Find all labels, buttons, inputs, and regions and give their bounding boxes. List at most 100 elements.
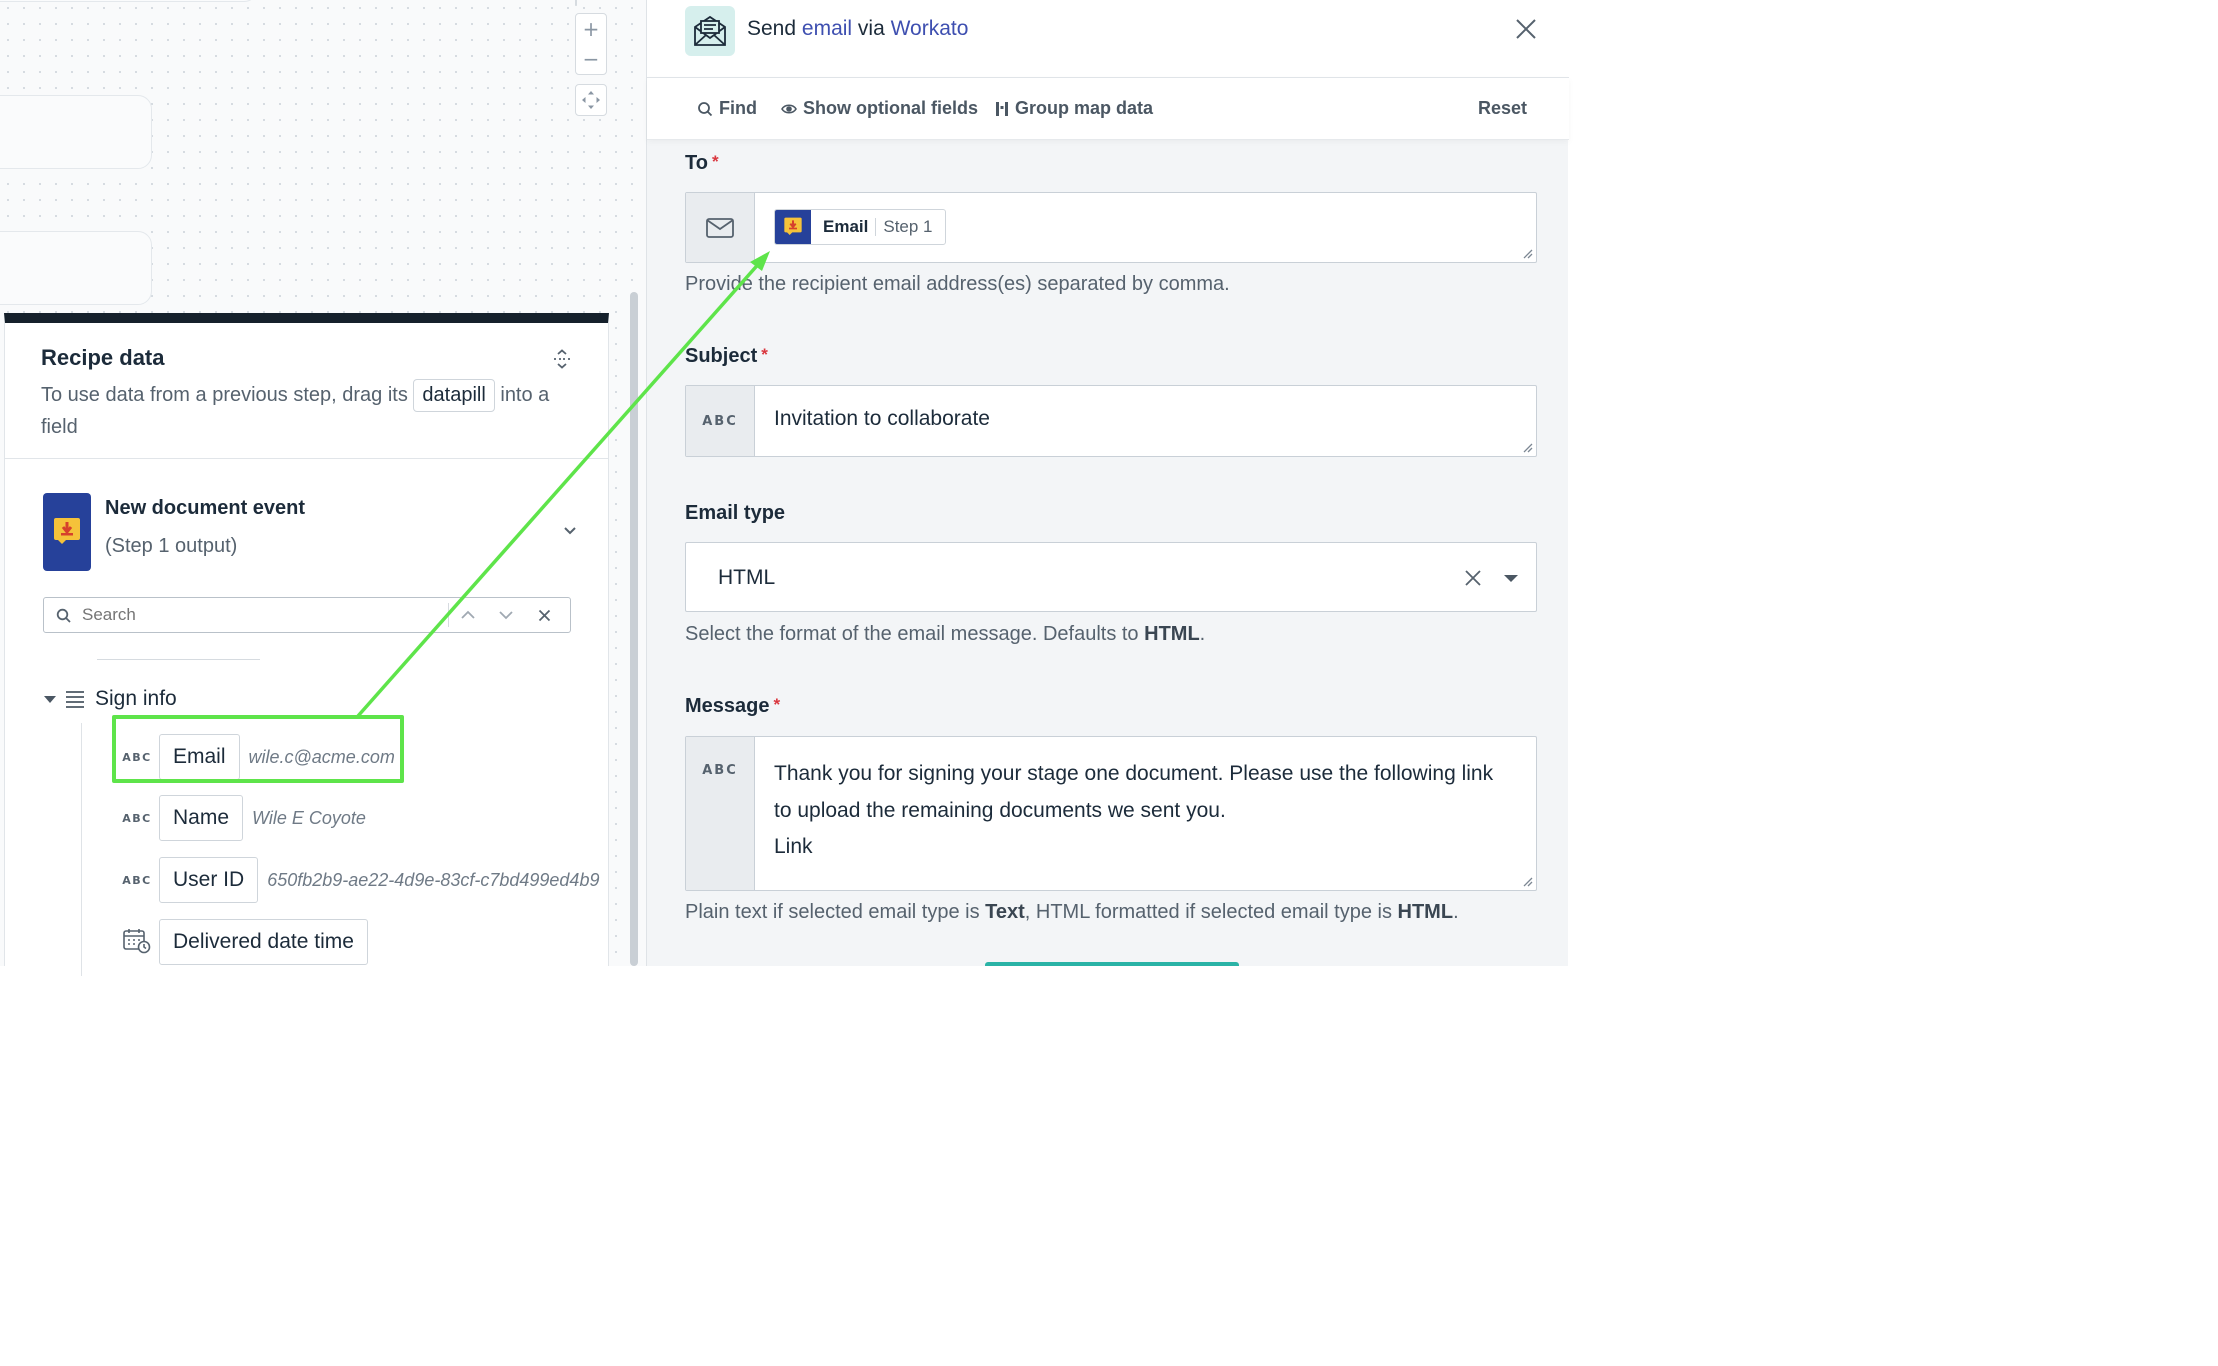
- hint-bold: HTML: [1144, 623, 1200, 645]
- chevron-down-icon[interactable]: [561, 521, 579, 539]
- datapill-step: Step 1: [883, 217, 933, 236]
- divider: [875, 218, 877, 236]
- field-type-gutter: [686, 193, 755, 262]
- app-link[interactable]: Workato: [891, 17, 969, 40]
- subject-field-label: Subject *: [685, 345, 768, 368]
- recipe-step-card[interactable]: [0, 231, 152, 305]
- title-text: Send: [747, 17, 802, 40]
- tree-guide-line: [81, 723, 82, 976]
- message-field[interactable]: ABC Thank you for signing your stage one…: [685, 736, 1537, 891]
- zoom-controls: [575, 0, 577, 6]
- show-optional-fields-button[interactable]: Show optional fields: [781, 98, 978, 119]
- list-icon: [66, 691, 84, 708]
- email-type-value: HTML: [718, 566, 776, 589]
- hint-bold: Text: [985, 901, 1025, 923]
- hint-text: , HTML formatted if selected email type …: [1024, 901, 1398, 923]
- clear-icon[interactable]: [1464, 569, 1482, 587]
- envelope-icon: [706, 217, 734, 238]
- search-icon: [698, 101, 713, 116]
- label-text: To: [685, 152, 708, 174]
- hint-text: .: [1453, 901, 1459, 923]
- recipe-step-card[interactable]: [0, 95, 152, 169]
- document-app-icon: [43, 493, 91, 571]
- drawer-title: Send email via Workato: [747, 17, 968, 41]
- sample-value: 650fb2b9-ae22-4d9e-83cf-c7bd499ed4b9: [267, 869, 600, 890]
- field-type-gutter: ABC: [686, 386, 755, 456]
- recipe-data-title: Recipe data: [41, 345, 165, 370]
- step-title: New document event: [105, 497, 306, 519]
- datapill-row-name: ABC Name Wile E Coyote: [115, 795, 366, 841]
- action-link[interactable]: email: [802, 17, 852, 40]
- resize-handle-icon[interactable]: [1521, 875, 1533, 887]
- zoom-out-button[interactable]: −: [576, 44, 606, 74]
- group-map-label: Group map data: [1015, 98, 1154, 118]
- email-type-hint: Select the format of the email message. …: [685, 623, 1205, 646]
- required-marker: *: [711, 152, 719, 171]
- find-label: Find: [719, 98, 757, 118]
- divider: [97, 659, 260, 660]
- recipe-data-description: To use data from a previous step, drag i…: [41, 379, 581, 443]
- type-badge: ABC: [702, 413, 738, 429]
- type-badge: ABC: [122, 873, 152, 887]
- close-icon[interactable]: [1515, 18, 1541, 44]
- move-icon: [576, 85, 606, 115]
- field-type-gutter: ABC: [686, 737, 755, 890]
- resize-handle-icon[interactable]: [1521, 247, 1533, 259]
- required-marker: *: [761, 345, 768, 364]
- type-badge: ABC: [702, 763, 738, 778]
- datapill-example: datapill: [413, 379, 495, 412]
- email-type-select[interactable]: HTML: [685, 542, 1537, 612]
- dropdown-arrow-icon[interactable]: [1504, 574, 1518, 583]
- group-map-data-button[interactable]: Group map data: [995, 98, 1153, 119]
- zoom-controls: + −: [575, 13, 607, 75]
- hint-text: Plain text if selected email type is: [685, 901, 986, 923]
- datapill-user-id[interactable]: User ID: [159, 857, 259, 903]
- required-marker: *: [773, 695, 781, 714]
- to-field-hint: Provide the recipient email address(es) …: [685, 273, 1230, 295]
- fit-view-button[interactable]: [575, 84, 607, 116]
- collapse-panel-icon[interactable]: [552, 349, 572, 369]
- zoom-in-button[interactable]: +: [576, 14, 606, 44]
- search-icon: [44, 608, 82, 623]
- type-badge: ABC: [122, 811, 152, 825]
- message-field-hint: Plain text if selected email type is Tex…: [685, 901, 1459, 924]
- datapill-search: [43, 597, 571, 633]
- recipe-data-header: Recipe data To use data from a previous …: [5, 323, 608, 459]
- show-optional-label: Show optional fields: [803, 98, 978, 118]
- subject-value: Invitation to collaborate: [774, 407, 990, 430]
- search-next-button[interactable]: [487, 598, 525, 632]
- datapill-row-delivered-date-time: Delivered date time: [115, 919, 368, 965]
- find-button[interactable]: Find: [697, 98, 757, 119]
- label-text: Subject: [685, 345, 758, 367]
- primary-button-edge[interactable]: [985, 962, 1239, 966]
- search-input[interactable]: [82, 605, 448, 625]
- drawer-toolbar: Find Show optional fields Group map data…: [647, 78, 1569, 140]
- description-text: To use data from a previous step, drag i…: [41, 384, 414, 406]
- subject-field[interactable]: ABC Invitation to collaborate: [685, 385, 1537, 457]
- message-link-line: Link: [774, 835, 813, 858]
- action-config-drawer: Send email via Workato Find Show optiona…: [646, 0, 1569, 966]
- recipe-step-card[interactable]: [0, 0, 258, 2]
- caret-down-icon: [44, 696, 56, 703]
- drawer-header: Send email via Workato: [647, 0, 1569, 78]
- datapill-row-user-id: ABC User ID 650fb2b9-ae22-4d9e-83cf-c7bd…: [115, 857, 599, 903]
- message-field-label: Message *: [685, 695, 780, 718]
- datapill-name[interactable]: Name: [159, 795, 244, 841]
- recipe-data-panel: Recipe data To use data from a previous …: [4, 313, 609, 976]
- to-field[interactable]: Email Step 1: [685, 192, 1537, 263]
- message-value: Thank you for signing your stage one doc…: [774, 762, 1494, 822]
- drag-source-highlight: [112, 715, 404, 783]
- email-app-icon: [685, 6, 735, 56]
- to-field-label: To *: [685, 152, 719, 175]
- eye-icon: [781, 103, 797, 114]
- tree-group-sign-info[interactable]: Sign info: [43, 687, 177, 711]
- search-prev-button[interactable]: [449, 598, 487, 632]
- search-clear-button[interactable]: [525, 598, 563, 632]
- resize-handle-icon[interactable]: [1521, 441, 1533, 453]
- step-subtitle: (Step 1 output): [105, 535, 238, 557]
- reset-button[interactable]: Reset: [1478, 98, 1527, 119]
- hint-bold: HTML: [1397, 901, 1454, 923]
- mapped-datapill-email[interactable]: Email Step 1: [774, 209, 946, 245]
- datapill-delivered-date-time[interactable]: Delivered date time: [159, 919, 368, 965]
- canvas-scrollbar[interactable]: [630, 292, 638, 966]
